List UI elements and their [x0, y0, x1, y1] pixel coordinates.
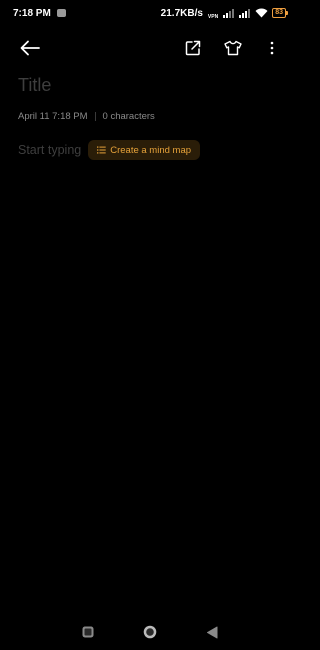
- theme-button[interactable]: [219, 34, 247, 62]
- vpn-indicator: VPN: [207, 14, 219, 20]
- recents-button[interactable]: [78, 622, 98, 642]
- meta-divider: [94, 112, 96, 121]
- battery-indicator: 83: [272, 8, 288, 18]
- system-back-button[interactable]: [202, 622, 222, 642]
- status-right: 21.7KB/s VPN 83: [161, 6, 288, 20]
- navigation-bar: [0, 622, 300, 642]
- signal-icon-2: [239, 8, 251, 18]
- wifi-icon: [255, 8, 268, 18]
- network-speed: 21.7KB/s: [160, 7, 203, 19]
- body-input[interactable]: Start typing: [18, 143, 81, 157]
- status-bar: 7:18 PM 21.7KB/s VPN 83: [0, 0, 300, 26]
- battery-level: 83: [272, 8, 286, 18]
- note-editor-screen: 7:18 PM 21.7KB/s VPN 83 Title April 11 7…: [0, 0, 300, 650]
- status-left: 7:18 PM: [13, 8, 66, 19]
- note-date: April 11 7:18 PM: [18, 111, 88, 122]
- more-vertical-icon: [270, 41, 274, 55]
- circle-home-icon: [143, 625, 157, 639]
- home-button[interactable]: [140, 622, 160, 642]
- title-input[interactable]: Title: [18, 75, 51, 96]
- list-icon: [97, 146, 106, 154]
- create-mind-map-button[interactable]: Create a mind map: [88, 140, 201, 160]
- signal-icon: [223, 8, 235, 18]
- share-external-icon: [185, 40, 201, 56]
- character-count: 0 characters: [102, 111, 155, 122]
- note-meta: April 11 7:18 PM 0 characters: [18, 111, 155, 122]
- square-recents-icon: [82, 626, 94, 638]
- more-options-button[interactable]: [258, 34, 286, 62]
- battery-tip: [286, 11, 288, 15]
- triangle-back-icon: [207, 626, 218, 638]
- status-time: 7:18 PM: [13, 7, 51, 19]
- tshirt-icon: [224, 40, 242, 56]
- top-toolbar: [0, 34, 300, 62]
- back-button[interactable]: [16, 34, 44, 62]
- body-row: Start typing Create a mind map: [18, 140, 201, 160]
- arrow-left-icon: [20, 40, 40, 56]
- notification-icon: [56, 9, 66, 17]
- mind-map-label: Create a mind map: [110, 144, 192, 156]
- share-button[interactable]: [179, 34, 207, 62]
